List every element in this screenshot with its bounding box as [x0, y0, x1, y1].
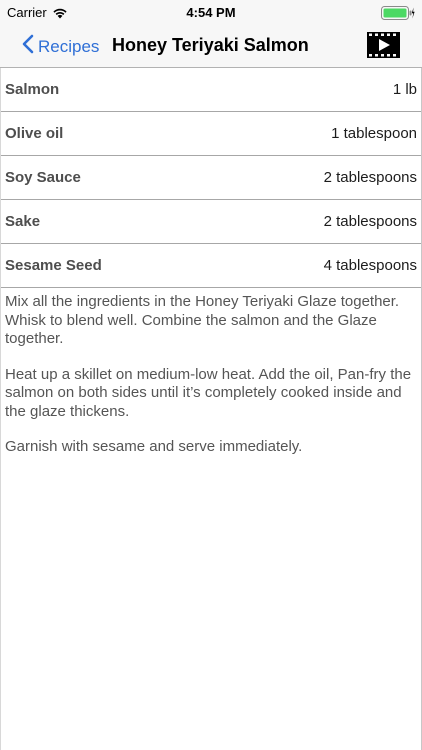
ingredient-name: Sesame Seed — [5, 257, 102, 274]
recipe-content: Salmon 1 lb Olive oil 1 tablespoon Soy S… — [0, 68, 422, 474]
navigation-bar: Recipes Honey Teriyaki Salmon — [0, 26, 422, 67]
status-bar: Carrier 4:54 PM — [0, 0, 422, 26]
ingredient-row: Olive oil 1 tablespoon — [0, 112, 422, 156]
ingredient-name: Sake — [5, 213, 41, 230]
ingredient-row: Salmon 1 lb — [0, 68, 422, 112]
instruction-paragraph: Mix all the ingredients in the Honey Ter… — [5, 293, 400, 347]
ingredient-name: Salmon — [5, 81, 60, 98]
instruction-paragraph: Garnish with sesame and serve immediatel… — [5, 438, 303, 455]
ingredient-quantity: 4 tablespoons — [323, 257, 417, 274]
video-button[interactable] — [367, 32, 400, 58]
instruction-paragraph: Heat up a skillet on medium-low heat. Ad… — [5, 365, 412, 420]
ingredient-row: Sesame Seed 4 tablespoons — [0, 244, 422, 288]
ingredient-quantity: 1 tablespoon — [331, 125, 417, 142]
ingredient-quantity: 2 tablespoons — [323, 169, 417, 186]
back-button[interactable]: Recipes — [22, 34, 99, 59]
ingredients-list: Salmon 1 lb Olive oil 1 tablespoon Soy S… — [0, 68, 422, 288]
video-play-icon — [367, 32, 400, 62]
instructions-text: Mix all the ingredients in the Honey Ter… — [0, 288, 422, 457]
back-button-label: Recipes — [38, 36, 100, 56]
ingredient-name: Soy Sauce — [5, 169, 81, 186]
ingredient-quantity: 2 tablespoons — [323, 213, 417, 230]
ingredient-row: Soy Sauce 2 tablespoons — [0, 156, 422, 200]
header: Carrier 4:54 PM Recipes Honey Teriyaki S… — [0, 0, 422, 68]
content-left-border — [0, 68, 1, 750]
chevron-left-icon — [22, 34, 34, 59]
ingredient-quantity: 1 lb — [392, 81, 417, 98]
ingredient-row: Sake 2 tablespoons — [0, 200, 422, 244]
ingredient-name: Olive oil — [5, 125, 64, 142]
page-title: Honey Teriyaki Salmon — [112, 35, 309, 55]
status-time: 4:54 PM — [186, 5, 236, 20]
battery-icon — [381, 6, 415, 25]
